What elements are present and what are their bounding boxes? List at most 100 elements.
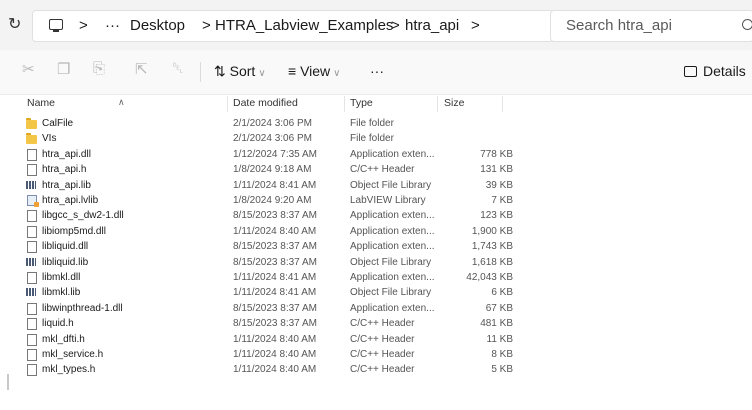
file-row[interactable]: liquid.h 8/15/2023 8:37 AM C/C++ Header 481… [15, 316, 752, 331]
file-date-modified: 8/15/2023 8:37 AM [233, 318, 317, 330]
file-name: htra_api.dll [42, 148, 91, 160]
file-type: Application exten... [350, 225, 435, 237]
file-type: Application exten... [350, 241, 435, 253]
file-row[interactable]: libmkl.dll 1/11/2024 8:41 AM Application e… [15, 270, 752, 285]
header-file-icon [27, 318, 37, 331]
more-options-button[interactable]: ··· [370, 63, 384, 79]
details-pane-button[interactable]: Details [684, 63, 746, 79]
file-name: mkl_service.h [42, 349, 104, 360]
address-bar-row: ↻ > ··· Desktop > HTRA_Labview_Examples … [0, 0, 752, 50]
column-divider[interactable] [437, 96, 438, 112]
file-size: 123 KB [480, 210, 513, 222]
breadcrumb-htra-api[interactable]: htra_api [405, 17, 459, 34]
file-row[interactable]: htra_api.h 1/8/2024 9:18 AM C/C++ Header 13… [15, 162, 752, 177]
share-icon[interactable]: ⇱ [135, 60, 148, 78]
file-row[interactable]: htra_api.lib 1/11/2024 8:41 AM Object File… [15, 178, 752, 193]
dll-file-icon [27, 241, 37, 254]
file-name: mkl_dfti.h [42, 333, 85, 345]
column-divider[interactable] [227, 96, 228, 112]
file-size: 131 KB [480, 164, 513, 176]
sort-icon: ⇅ [214, 63, 226, 79]
breadcrumb-separator[interactable]: > [391, 17, 400, 34]
file-date-modified: 1/11/2024 8:40 AM [233, 333, 317, 345]
search-icon[interactable] [742, 19, 752, 30]
breadcrumb-htra-labview-examples[interactable]: HTRA_Labview_Examples [215, 17, 393, 34]
sort-button[interactable]: ⇅ Sort ∨ [214, 63, 266, 80]
sort-label: Sort [229, 63, 256, 79]
view-label: View [300, 63, 331, 79]
file-size: 7 KB [491, 195, 513, 206]
column-header-size[interactable]: Size [444, 97, 464, 109]
scrollbar-thumb[interactable] [7, 374, 9, 390]
file-row[interactable]: CalFile 2/1/2024 3:06 PM File folder [15, 116, 752, 131]
file-name: htra_api.lvlib [42, 195, 99, 206]
file-row[interactable]: htra_api.dll 1/12/2024 7:35 AM Application… [15, 147, 752, 162]
file-row[interactable]: libmkl.lib 1/11/2024 8:41 AM Object File L… [15, 285, 752, 300]
header-file-icon [27, 164, 37, 177]
file-row[interactable]: mkl_types.h 1/11/2024 8:40 AM C/C++ Header… [15, 362, 752, 377]
column-divider[interactable] [344, 96, 345, 112]
file-row[interactable]: libgcc_s_dw2-1.dll 8/15/2023 8:37 AM Appli… [15, 208, 752, 223]
column-header-name[interactable]: Name [27, 97, 55, 109]
file-date-modified: 2/1/2024 3:06 PM [233, 133, 312, 145]
file-name: libliquid.dll [42, 241, 89, 253]
breadcrumb-separator[interactable]: > [202, 17, 211, 34]
file-row[interactable]: mkl_service.h 1/11/2024 8:40 AM C/C++ Head… [15, 347, 752, 362]
file-date-modified: 1/11/2024 8:40 AM [233, 225, 317, 237]
file-row[interactable]: libwinpthread-1.dll 8/15/2023 8:37 AM Appl… [15, 301, 752, 316]
file-type: Application exten... [350, 210, 435, 222]
copy-icon[interactable]: ❐ [57, 60, 70, 78]
cut-icon[interactable]: ✂ [22, 60, 35, 78]
file-date-modified: 8/15/2023 8:37 AM [233, 302, 317, 314]
file-date-modified: 8/15/2023 8:37 AM [233, 256, 317, 268]
breadcrumb-separator[interactable]: > [79, 17, 88, 34]
dll-file-icon [27, 148, 37, 161]
file-size: 8 KB [491, 349, 513, 360]
file-size: 1,900 KB [471, 225, 513, 237]
folder-icon [26, 133, 37, 145]
breadcrumb-overflow[interactable]: ··· [105, 17, 120, 34]
breadcrumb-separator[interactable]: > [471, 17, 480, 34]
search-input[interactable]: Search htra_api [566, 17, 672, 34]
details-label: Details [703, 63, 746, 79]
file-type: C/C++ Header [350, 318, 415, 330]
file-size: 39 KB [485, 179, 513, 191]
address-bar[interactable]: > ··· Desktop > HTRA_Labview_Examples > … [32, 10, 554, 42]
file-size: 481 KB [480, 318, 513, 330]
file-row[interactable]: htra_api.lvlib 1/8/2024 9:20 AM LabVIEW Li… [15, 193, 752, 208]
file-row[interactable]: libliquid.lib 8/15/2023 8:37 AM Object Fil… [15, 255, 752, 270]
this-pc-icon[interactable] [49, 19, 63, 32]
file-row[interactable]: libliquid.dll 8/15/2023 8:37 AM Applicatio… [15, 239, 752, 254]
file-type: C/C++ Header [350, 364, 415, 376]
column-header-type[interactable]: Type [350, 97, 373, 109]
file-row[interactable]: VIs 2/1/2024 3:06 PM File folder [15, 131, 752, 146]
view-button[interactable]: ≡ View ∨ [288, 63, 340, 79]
file-row[interactable]: libiomp5md.dll 1/11/2024 8:40 AM Applicati… [15, 224, 752, 239]
refresh-icon[interactable]: ↻ [8, 14, 21, 34]
file-row[interactable]: mkl_dfti.h 1/11/2024 8:40 AM C/C++ Header 1… [15, 332, 752, 347]
file-size: 11 KB [486, 333, 514, 345]
file-type: C/C++ Header [350, 333, 415, 345]
search-box[interactable]: Search htra_api [550, 10, 752, 42]
file-type: C/C++ Header [350, 349, 415, 360]
file-date-modified: 1/11/2024 8:41 AM [233, 272, 317, 283]
header-file-icon [27, 333, 37, 346]
file-size: 67 KB [485, 302, 513, 314]
file-size: 6 KB [491, 287, 513, 299]
delete-icon[interactable]: ␡ [172, 60, 184, 77]
file-name: libiomp5md.dll [42, 225, 106, 237]
file-date-modified: 1/11/2024 8:40 AM [233, 349, 317, 360]
file-name: libgcc_s_dw2-1.dll [42, 210, 124, 222]
file-date-modified: 1/11/2024 8:40 AM [233, 364, 317, 376]
file-type: Application exten... [350, 272, 435, 283]
details-icon [684, 66, 697, 77]
file-size: 5 KB [491, 364, 513, 376]
file-date-modified: 1/8/2024 9:20 AM [233, 195, 312, 206]
column-divider[interactable] [502, 96, 503, 112]
file-date-modified: 2/1/2024 3:06 PM [233, 118, 312, 129]
breadcrumb-desktop[interactable]: Desktop [130, 17, 185, 34]
file-list: Name ∧ Date modified Type Size CalFile 2/… [15, 94, 752, 410]
column-header-date[interactable]: Date modified [233, 97, 298, 109]
file-name: CalFile [42, 118, 74, 129]
paste-icon[interactable]: ⎘ [93, 60, 105, 77]
